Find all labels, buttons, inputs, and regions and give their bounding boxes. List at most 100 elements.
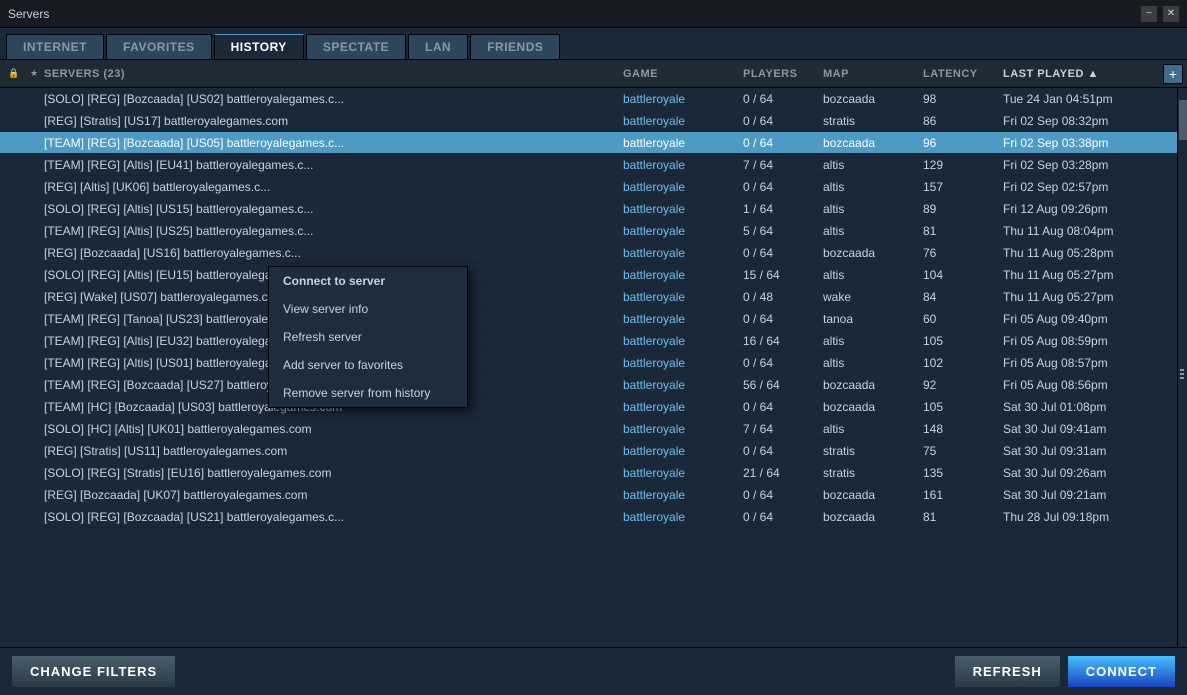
table-row[interactable]: [SOLO] [REG] [Bozcaada] [US02] battleroy… [0,88,1187,110]
header-players[interactable]: PLAYERS [743,68,823,80]
header-add[interactable]: + [1163,64,1183,84]
row-fav-19[interactable] [24,511,44,523]
table-row[interactable]: [TEAM] [HC] [Bozcaada] [US03] battleroya… [0,396,1187,418]
header-map[interactable]: MAP [823,68,923,80]
table-row[interactable]: [SOLO] [REG] [Bozcaada] [US21] battleroy… [0,506,1187,528]
row-game-17: battleroyale [623,466,743,480]
star-icon [28,115,40,127]
table-row[interactable]: [TEAM] [REG] [Bozcaada] [US27] battleroy… [0,374,1187,396]
connect-button[interactable]: CONNECT [1068,656,1175,687]
table-row[interactable]: [REG] [Bozcaada] [UK07] battleroyalegame… [0,484,1187,506]
header-game[interactable]: GAME [623,68,743,80]
row-players-19: 0 / 64 [743,510,823,524]
table-row[interactable]: [TEAM] [REG] [Bozcaada] [US05] battleroy… [0,132,1187,154]
tab-internet[interactable]: INTERNET [6,34,104,59]
context-menu-item-refresh[interactable]: Refresh server [269,323,467,351]
table-row[interactable]: [REG] [Stratis] [US11] battleroyalegames… [0,440,1187,462]
row-fav-6[interactable] [24,225,44,237]
star-icon [28,423,40,435]
scrollbar[interactable] [1177,88,1187,659]
tab-spectate[interactable]: SPECTATE [306,34,406,59]
row-fav-5[interactable] [24,203,44,215]
header-fav[interactable]: ★ [24,68,44,80]
row-fav-0[interactable] [24,93,44,105]
lock-icon [8,93,20,105]
header-servers[interactable]: SERVERS (23) [44,68,623,80]
table-row[interactable]: [SOLO] [REG] [Altis] [EU15] battleroyale… [0,264,1187,286]
row-players-6: 5 / 64 [743,224,823,238]
row-fav-10[interactable] [24,313,44,325]
row-fav-13[interactable] [24,379,44,391]
table-row[interactable]: [REG] [Wake] [US07] battleroyalegames.co… [0,286,1187,308]
context-menu-item-view-info[interactable]: View server info [269,295,467,323]
row-fav-11[interactable] [24,335,44,347]
row-map-7: bozcaada [823,246,923,260]
row-fav-14[interactable] [24,401,44,413]
header-lastplayed[interactable]: LAST PLAYED ▲ [1003,68,1163,80]
row-latency-18: 161 [923,488,1003,502]
row-fav-18[interactable] [24,489,44,501]
row-map-10: tanoa [823,312,923,326]
row-fav-3[interactable] [24,159,44,171]
table-row[interactable]: [SOLO] [REG] [Altis] [US15] battleroyale… [0,198,1187,220]
tab-friends[interactable]: FRIENDS [470,34,560,59]
row-fav-16[interactable] [24,445,44,457]
tab-favorites[interactable]: FAVORITES [106,34,212,59]
row-map-9: wake [823,290,923,304]
table-row[interactable]: [REG] [Bozcaada] [US16] battleroyalegame… [0,242,1187,264]
table-row[interactable]: [REG] [Stratis] [US17] battleroyalegames… [0,110,1187,132]
row-server-name-5: [SOLO] [REG] [Altis] [US15] battleroyale… [44,202,623,216]
row-latency-3: 129 [923,158,1003,172]
tab-history[interactable]: HISTORY [214,34,304,59]
close-button[interactable]: ✕ [1163,6,1179,22]
table-row[interactable]: [SOLO] [HC] [Altis] [UK01] battleroyaleg… [0,418,1187,440]
row-server-name-7: [REG] [Bozcaada] [US16] battleroyalegame… [44,246,623,260]
row-fav-8[interactable] [24,269,44,281]
header-latency[interactable]: LATENCY [923,68,1003,80]
lock-icon [8,379,20,391]
change-filters-button[interactable]: CHANGE FILTERS [12,656,175,687]
lock-icon [8,225,20,237]
table-row[interactable]: [REG] [Altis] [UK06] battleroyalegames.c… [0,176,1187,198]
table-row[interactable]: [TEAM] [REG] [Altis] [EU32] battleroyale… [0,330,1187,352]
lock-icon [8,489,20,501]
add-server-button[interactable]: + [1163,64,1183,84]
row-fav-15[interactable] [24,423,44,435]
scrollbar-grip [1177,369,1187,379]
table-header: 🔒 ★ SERVERS (23) GAME PLAYERS MAP LATENC… [0,60,1187,88]
tab-lan[interactable]: LAN [408,34,468,59]
row-fav-7[interactable] [24,247,44,259]
context-menu-item-connect[interactable]: Connect to server [269,267,467,295]
row-server-name-16: [REG] [Stratis] [US11] battleroyalegames… [44,444,623,458]
row-fav-4[interactable] [24,181,44,193]
row-fav-12[interactable] [24,357,44,369]
table-row[interactable]: [TEAM] [REG] [Altis] [EU41] battleroyale… [0,154,1187,176]
minimize-button[interactable]: − [1141,6,1157,22]
row-fav-2[interactable] [24,137,44,149]
row-server-name-4: [REG] [Altis] [UK06] battleroyalegames.c… [44,180,623,194]
row-fav-9[interactable] [24,291,44,303]
row-lock-12 [4,357,24,369]
row-server-name-15: [SOLO] [HC] [Altis] [UK01] battleroyaleg… [44,422,623,436]
row-lock-0 [4,93,24,105]
table-row[interactable]: [TEAM] [REG] [Altis] [US01] battleroyale… [0,352,1187,374]
star-icon [28,225,40,237]
star-icon [28,467,40,479]
row-game-7: battleroyale [623,246,743,260]
row-game-9: battleroyale [623,290,743,304]
row-fav-1[interactable] [24,115,44,127]
refresh-button[interactable]: REFRESH [955,656,1060,687]
table-row[interactable]: [SOLO] [REG] [Stratis] [EU16] battleroya… [0,462,1187,484]
server-list: [SOLO] [REG] [Bozcaada] [US02] battleroy… [0,88,1187,659]
table-row[interactable]: [TEAM] [REG] [Tanoa] [US23] battleroyale… [0,308,1187,330]
lock-icon [8,247,20,259]
context-menu-item-remove[interactable]: Remove server from history [269,379,467,407]
row-game-15: battleroyale [623,422,743,436]
table-row[interactable]: [TEAM] [REG] [Altis] [US25] battleroyale… [0,220,1187,242]
row-fav-17[interactable] [24,467,44,479]
main-content: [SOLO] [REG] [Bozcaada] [US02] battleroy… [0,88,1187,659]
context-menu-item-add-fav[interactable]: Add server to favorites [269,351,467,379]
header-lock[interactable]: 🔒 [4,68,24,80]
row-game-11: battleroyale [623,334,743,348]
scrollbar-thumb[interactable] [1179,100,1187,140]
